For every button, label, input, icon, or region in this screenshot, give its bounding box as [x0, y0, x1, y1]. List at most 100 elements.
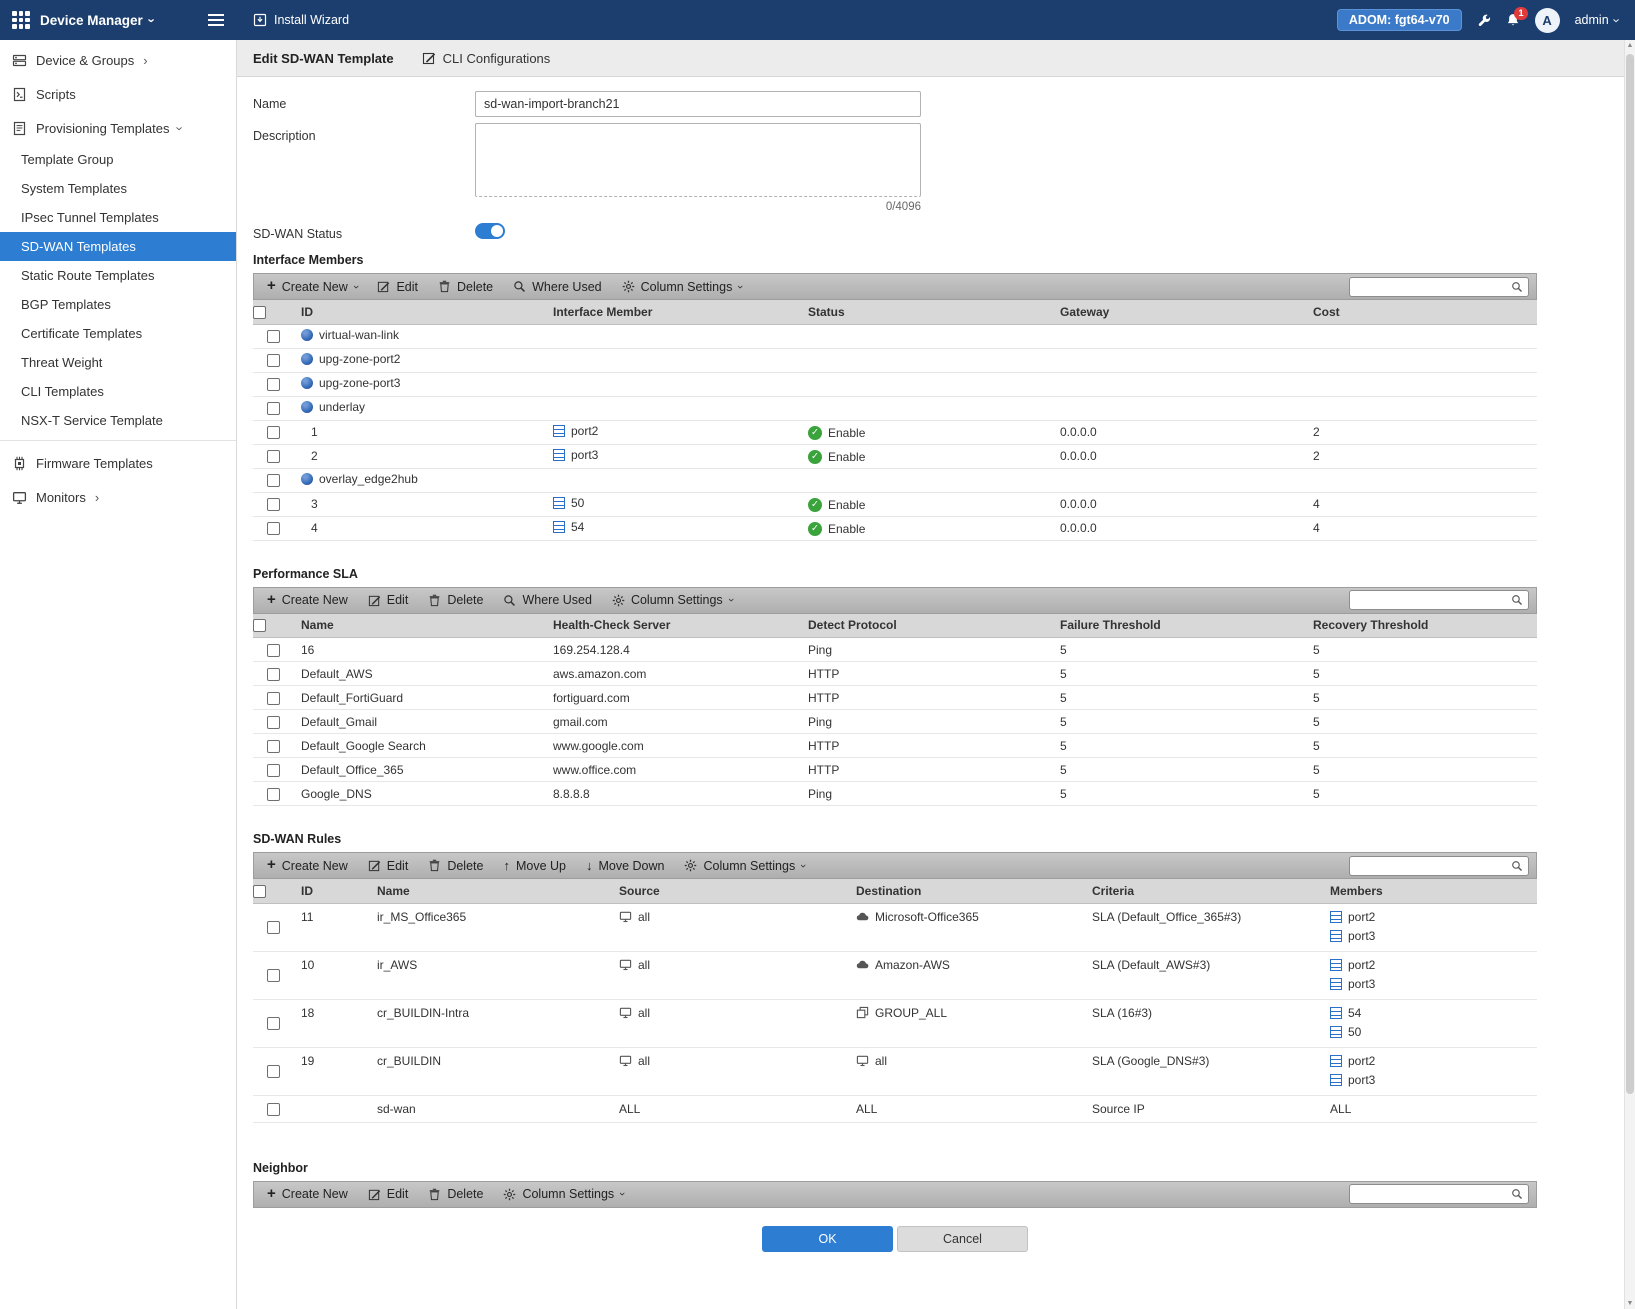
row-checkbox[interactable]: [267, 644, 280, 657]
row-checkbox[interactable]: [267, 378, 280, 391]
delete-button[interactable]: Delete: [418, 1182, 493, 1207]
row-checkbox[interactable]: [267, 474, 280, 487]
search-input[interactable]: [1355, 280, 1511, 294]
rule-row[interactable]: 19 cr_BUILDIN all all SLA (Google_DNS#3)…: [253, 1047, 1537, 1095]
scroll-down-icon[interactable]: ▼: [1625, 1300, 1635, 1307]
sidebar-item-template-group[interactable]: Template Group: [0, 145, 236, 174]
move-down-button[interactable]: ↓ Move Down: [576, 853, 675, 878]
edit-button[interactable]: Edit: [358, 588, 419, 613]
delete-button[interactable]: Delete: [418, 853, 493, 878]
sdwan-status-toggle[interactable]: [475, 223, 505, 239]
sidebar-item-nsxt-service-template[interactable]: NSX-T Service Template: [0, 406, 236, 435]
row-checkbox[interactable]: [267, 764, 280, 777]
column-header-protocol[interactable]: Detect Protocol: [800, 614, 1052, 638]
column-header-criteria[interactable]: Criteria: [1084, 879, 1322, 903]
row-checkbox[interactable]: [267, 668, 280, 681]
sla-row[interactable]: Default_Google Search www.google.com HTT…: [253, 734, 1537, 758]
row-checkbox[interactable]: [267, 1065, 280, 1078]
row-checkbox[interactable]: [267, 1103, 280, 1116]
delete-button[interactable]: Delete: [418, 588, 493, 613]
zone-row[interactable]: upg-zone-port3: [253, 372, 1537, 396]
column-settings-button[interactable]: Column Settings ›: [493, 1182, 633, 1207]
row-checkbox[interactable]: [267, 1017, 280, 1030]
row-checkbox[interactable]: [267, 522, 280, 535]
row-checkbox[interactable]: [267, 354, 280, 367]
row-checkbox[interactable]: [267, 330, 280, 343]
row-checkbox[interactable]: [267, 402, 280, 415]
select-all-checkbox[interactable]: [253, 619, 266, 632]
delete-button[interactable]: Delete: [428, 274, 503, 299]
where-used-button[interactable]: Where Used: [493, 588, 601, 613]
column-header-name[interactable]: Name: [293, 614, 545, 638]
app-grid-icon[interactable]: [12, 11, 30, 29]
column-header-id[interactable]: ID: [293, 300, 545, 324]
search-icon[interactable]: [1511, 281, 1523, 293]
row-checkbox[interactable]: [267, 740, 280, 753]
row-checkbox[interactable]: [267, 498, 280, 511]
name-field[interactable]: [475, 91, 921, 117]
row-checkbox[interactable]: [267, 450, 280, 463]
column-header-status[interactable]: Status: [800, 300, 1052, 324]
search-input[interactable]: [1355, 593, 1511, 607]
column-settings-button[interactable]: Column Settings ›: [602, 588, 742, 613]
interface-member-row[interactable]: 2 port3 ✓Enable 0.0.0.0 2: [253, 444, 1537, 468]
sidebar-item-device-groups[interactable]: Device & Groups ›: [0, 43, 236, 77]
sla-row[interactable]: Default_Gmail gmail.com Ping 5 5: [253, 710, 1537, 734]
column-settings-button[interactable]: Column Settings ›: [612, 274, 752, 299]
cancel-button[interactable]: Cancel: [897, 1226, 1028, 1252]
sidebar-item-bgp-templates[interactable]: BGP Templates: [0, 290, 236, 319]
row-checkbox[interactable]: [267, 788, 280, 801]
create-new-button[interactable]: + Create New: [257, 588, 358, 613]
zone-row[interactable]: overlay_edge2hub: [253, 468, 1537, 492]
scroll-up-icon[interactable]: ▲: [1625, 42, 1635, 49]
move-up-button[interactable]: ↑ Move Up: [493, 853, 576, 878]
zone-row[interactable]: underlay: [253, 396, 1537, 420]
row-checkbox[interactable]: [267, 426, 280, 439]
column-header-interface-member[interactable]: Interface Member: [545, 300, 800, 324]
sidebar-item-static-route-templates[interactable]: Static Route Templates: [0, 261, 236, 290]
notifications-button[interactable]: 1: [1506, 13, 1520, 27]
select-all-checkbox[interactable]: [253, 306, 266, 319]
sidebar-item-ipsec-tunnel-templates[interactable]: IPsec Tunnel Templates: [0, 203, 236, 232]
sidebar-item-firmware-templates[interactable]: Firmware Templates: [0, 446, 236, 480]
column-header-gateway[interactable]: Gateway: [1052, 300, 1305, 324]
page-scrollbar[interactable]: ▲ ▼: [1624, 40, 1635, 1309]
sidebar-item-threat-weight[interactable]: Threat Weight: [0, 348, 236, 377]
sidebar-item-system-templates[interactable]: System Templates: [0, 174, 236, 203]
app-title-menu[interactable]: Device Manager ›: [40, 13, 154, 28]
description-field[interactable]: [475, 123, 921, 197]
column-header-source[interactable]: Source: [611, 879, 848, 903]
adom-badge[interactable]: ADOM: fgt64-v70: [1337, 9, 1462, 31]
cli-configurations-button[interactable]: CLI Configurations: [422, 51, 551, 66]
select-all-checkbox[interactable]: [253, 885, 266, 898]
avatar[interactable]: A: [1535, 8, 1560, 33]
sidebar-toggle-button[interactable]: [208, 14, 224, 26]
rule-row[interactable]: sd-wan ALL ALL Source IP ALL: [253, 1095, 1537, 1122]
column-settings-button[interactable]: Column Settings ›: [674, 853, 814, 878]
sidebar-item-provisioning-templates[interactable]: Provisioning Templates ›: [0, 111, 236, 145]
sla-row[interactable]: Default_FortiGuard fortiguard.com HTTP 5…: [253, 686, 1537, 710]
column-header-failure[interactable]: Failure Threshold: [1052, 614, 1305, 638]
sidebar-item-certificate-templates[interactable]: Certificate Templates: [0, 319, 236, 348]
interface-member-row[interactable]: 4 54 ✓Enable 0.0.0.0 4: [253, 516, 1537, 540]
row-checkbox[interactable]: [267, 969, 280, 982]
scrollbar-thumb[interactable]: [1626, 54, 1634, 1094]
sla-row[interactable]: Default_Office_365 www.office.com HTTP 5…: [253, 758, 1537, 782]
sidebar-item-monitors[interactable]: Monitors ›: [0, 480, 236, 514]
search-input[interactable]: [1355, 1187, 1511, 1201]
rule-row[interactable]: 18 cr_BUILDIN-Intra all GROUP_ALL SLA (1…: [253, 999, 1537, 1047]
column-header-members[interactable]: Members: [1322, 879, 1537, 903]
create-new-button[interactable]: + Create New: [257, 1182, 358, 1207]
row-checkbox[interactable]: [267, 692, 280, 705]
search-icon[interactable]: [1511, 1188, 1523, 1200]
interface-member-row[interactable]: 1 port2 ✓Enable 0.0.0.0 2: [253, 420, 1537, 444]
sla-row[interactable]: 16 169.254.128.4 Ping 5 5: [253, 638, 1537, 662]
column-header-id[interactable]: ID: [293, 879, 369, 903]
create-new-button[interactable]: + Create New: [257, 853, 358, 878]
column-header-destination[interactable]: Destination: [848, 879, 1084, 903]
tools-button[interactable]: [1477, 13, 1491, 27]
edit-button[interactable]: Edit: [358, 1182, 419, 1207]
search-icon[interactable]: [1511, 594, 1523, 606]
sla-row[interactable]: Default_AWS aws.amazon.com HTTP 5 5: [253, 662, 1537, 686]
create-new-button[interactable]: + Create New ›: [257, 274, 367, 299]
